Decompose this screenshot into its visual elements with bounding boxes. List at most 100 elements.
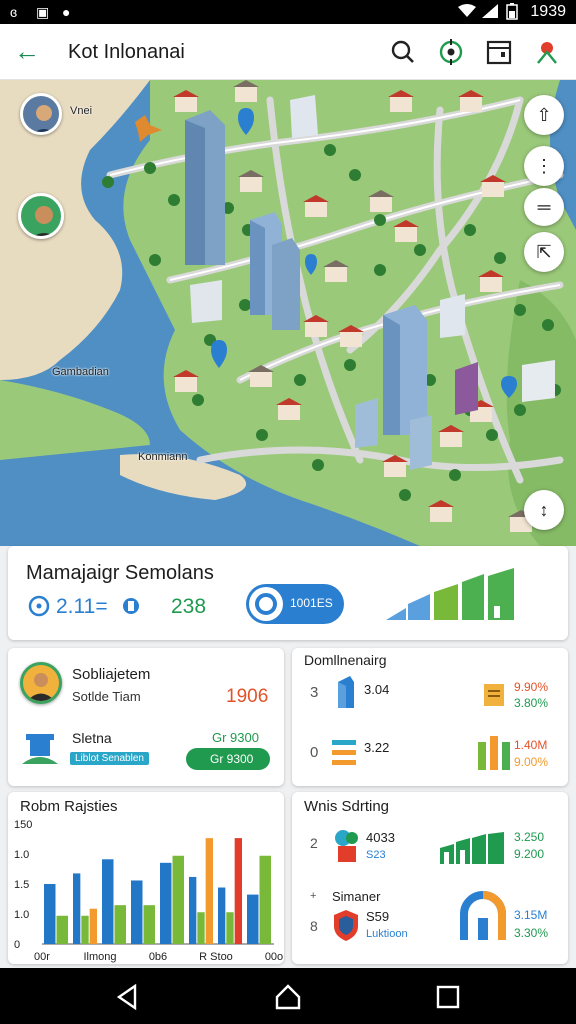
bar-chart: 150 1.0 1.5 1.0 0 00r Ilmong 0b6 R Stoo 00o bbox=[14, 820, 283, 963]
wins-title: Wnis Sdrting bbox=[304, 798, 390, 815]
map-tree bbox=[312, 459, 324, 471]
x-tick-label: 00o bbox=[265, 951, 283, 963]
wins-stat-2a: 3.15M bbox=[514, 908, 548, 922]
region-label-2: Konmiann bbox=[138, 451, 188, 463]
back-icon[interactable] bbox=[113, 982, 143, 1012]
layers-button[interactable]: ⋮ bbox=[524, 146, 564, 186]
map-canvas bbox=[0, 80, 576, 546]
location-target-icon[interactable] bbox=[436, 37, 466, 67]
share-button[interactable]: ⇱ bbox=[524, 232, 564, 272]
chart-title: Robm Rajsties bbox=[20, 798, 118, 815]
map-tree bbox=[192, 394, 204, 406]
wins-card[interactable]: Wnis Sdrting 2 4033 S23 3.250 9.200 + Si… bbox=[292, 792, 568, 964]
page-title: Kot Inlonanai bbox=[68, 41, 185, 63]
bar bbox=[205, 838, 213, 944]
compass-button[interactable]: ↕ bbox=[524, 490, 564, 530]
battery-icon bbox=[506, 3, 518, 20]
user-avatar[interactable] bbox=[20, 93, 62, 135]
bar bbox=[218, 887, 226, 944]
notification-icon: ɞ bbox=[10, 4, 18, 20]
filter-button[interactable]: ═ bbox=[524, 188, 564, 226]
map-tree bbox=[102, 176, 114, 188]
bar bbox=[114, 905, 126, 944]
x-tick-label: Ilmong bbox=[83, 951, 116, 963]
map-tree bbox=[374, 214, 386, 226]
y-tick-label: 1.0 bbox=[14, 849, 29, 861]
clock-icon bbox=[28, 595, 50, 617]
map-tree bbox=[494, 252, 506, 264]
y-tick-label: 0 bbox=[14, 939, 20, 951]
bar bbox=[131, 880, 143, 944]
pin-icon[interactable] bbox=[532, 37, 562, 67]
wins-value-2: S59 bbox=[366, 909, 390, 924]
profile-card[interactable]: Sobliajetem Sotlde Tiam 1906 Sletna Libl… bbox=[8, 648, 284, 786]
row-value: 3.22 bbox=[364, 740, 390, 755]
summary-pill[interactable]: 1001ES bbox=[246, 584, 344, 624]
map-tree bbox=[449, 469, 461, 481]
wins-stat-1a: 3.250 bbox=[514, 830, 545, 844]
badge-pill-label: Gr 9300 bbox=[210, 752, 254, 766]
map-tree bbox=[144, 162, 156, 174]
profile-avatar bbox=[20, 662, 62, 704]
map-tree bbox=[256, 429, 268, 441]
map-tree bbox=[149, 254, 161, 266]
plus-icon: + bbox=[310, 890, 317, 902]
app-bar: ← Kot Inlonanai bbox=[0, 24, 576, 80]
bar bbox=[259, 855, 271, 944]
item-label: Sletna bbox=[72, 730, 112, 746]
row-value: 3.04 bbox=[364, 682, 390, 697]
recents-icon[interactable] bbox=[433, 982, 463, 1012]
avatar-label: Vnei bbox=[70, 105, 93, 117]
search-icon[interactable] bbox=[388, 37, 418, 67]
profile-number: 1906 bbox=[226, 686, 269, 707]
bar bbox=[226, 912, 234, 944]
bar bbox=[56, 915, 68, 944]
row-stat-b: 3.80% bbox=[514, 696, 549, 710]
map-tree bbox=[374, 264, 386, 276]
wins-value-1: 4033 bbox=[366, 830, 395, 845]
summary-title: Mamajaigr Semolans bbox=[26, 562, 214, 584]
wins-label-2: Simaner bbox=[332, 889, 381, 904]
calendar-icon[interactable] bbox=[484, 37, 514, 67]
domain-card[interactable]: Domllnenairg 3 3.04 9.90% 3.80% 0 3.22 1… bbox=[292, 648, 568, 786]
back-arrow-icon[interactable]: ← bbox=[14, 36, 48, 68]
map-tree bbox=[344, 359, 356, 371]
map-tree bbox=[399, 489, 411, 501]
bar bbox=[247, 894, 259, 944]
summary-stat-2: 238 bbox=[171, 595, 207, 618]
photo-icon: ▣ bbox=[36, 4, 50, 20]
map-tree bbox=[514, 304, 526, 316]
user-avatar-2[interactable] bbox=[18, 193, 64, 239]
bar bbox=[189, 876, 197, 944]
y-tick-label: 1.0 bbox=[14, 909, 29, 921]
home-icon[interactable] bbox=[273, 982, 303, 1012]
fountain-icon bbox=[22, 734, 58, 764]
region-label-1: Gambadian bbox=[52, 366, 109, 378]
profile-subtitle: Sotlde Tiam bbox=[72, 689, 141, 704]
summary-pill-label: 1001ES bbox=[290, 596, 333, 610]
summary-card[interactable]: Mamajaigr Semolans 2.11= 238 1001ES bbox=[8, 546, 568, 640]
system-nav-bar bbox=[0, 968, 576, 1024]
summary-stat-1: 2.11= bbox=[56, 595, 108, 618]
map-tree bbox=[514, 404, 526, 416]
bar bbox=[73, 873, 81, 944]
city-map[interactable]: Vnei Gambadian Konmiann ⇧ ⋮ ═ ⇱ ↕ bbox=[0, 80, 576, 546]
item-tag: Liblot Senablen bbox=[70, 752, 149, 765]
direction-button[interactable]: ⇧ bbox=[524, 95, 564, 135]
bar bbox=[172, 855, 184, 944]
bar bbox=[89, 908, 97, 944]
map-tree bbox=[324, 144, 336, 156]
wins-stat-1b: 9.200 bbox=[514, 847, 545, 861]
bar bbox=[143, 905, 155, 944]
bar bbox=[197, 912, 205, 944]
map-tree bbox=[464, 224, 476, 236]
chart-card[interactable]: Robm Rajsties 150 1.0 1.5 1.0 0 00r Ilmong 0b6 R… bbox=[8, 792, 284, 964]
x-tick-label: R Stoo bbox=[199, 951, 233, 963]
badge-pill[interactable]: Gr 9300 bbox=[186, 748, 270, 770]
wins-stat-2b: 3.30% bbox=[514, 926, 549, 940]
profile-name: Sobliajetem bbox=[72, 666, 151, 683]
wins-sub-1: S23 bbox=[366, 849, 386, 861]
bar bbox=[81, 915, 89, 944]
bar bbox=[160, 862, 172, 944]
app-icon: ● bbox=[62, 4, 71, 20]
